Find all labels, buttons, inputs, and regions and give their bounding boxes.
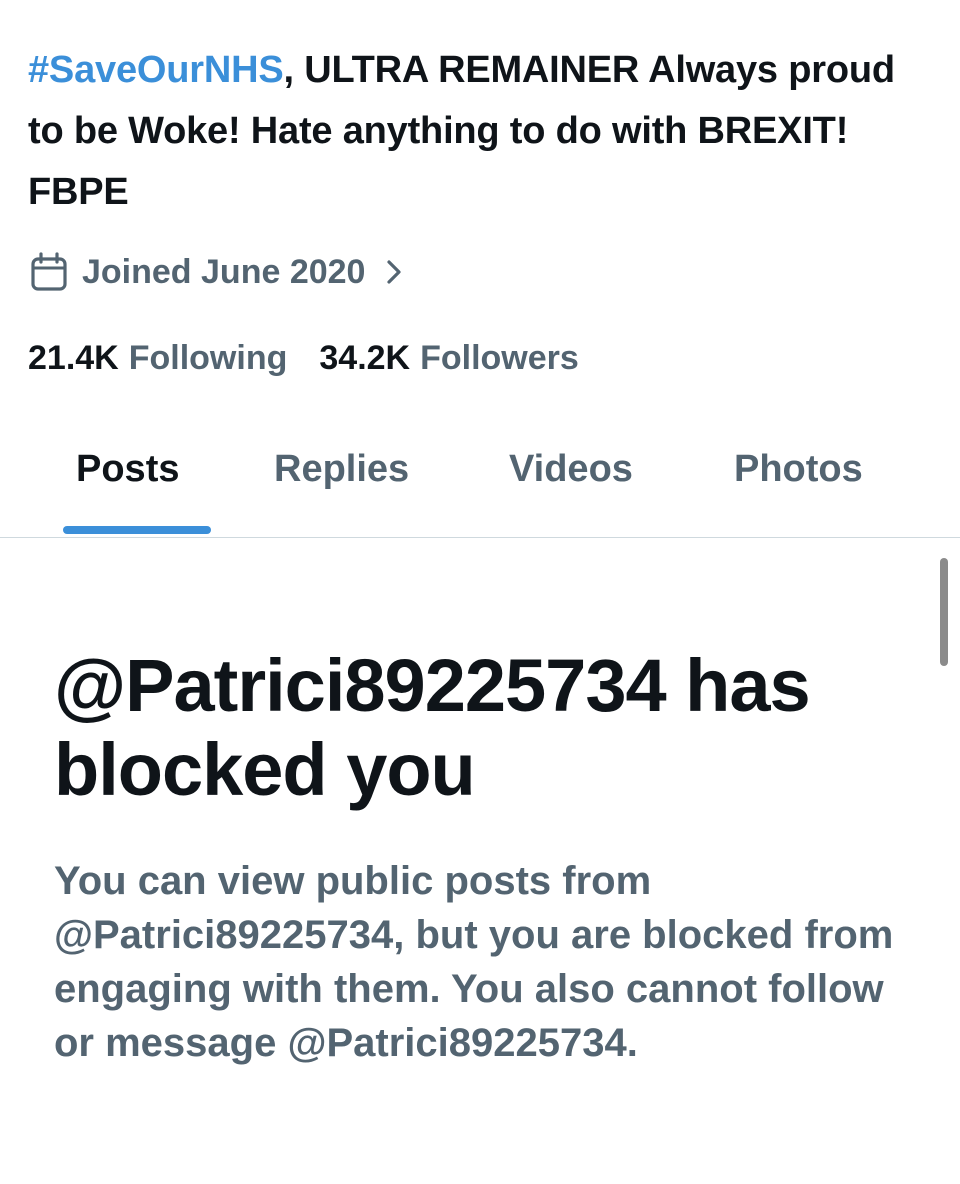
tab-posts[interactable]: Posts — [76, 448, 179, 491]
followers-count: 34.2K — [319, 338, 411, 377]
profile-tabs: Posts Replies Videos Photos — [0, 420, 960, 538]
chevron-right-icon — [383, 257, 405, 287]
profile-bio: #SaveOurNHS, ULTRA REMAINER Always proud… — [28, 40, 938, 223]
blocked-description: You can view public posts from @Patrici8… — [54, 859, 894, 1065]
active-tab-indicator — [63, 526, 211, 534]
followers-label: Followers — [420, 338, 579, 377]
blocked-title: @Patrici89225734 has blocked you — [54, 644, 811, 811]
following-label: Following — [128, 338, 288, 377]
joined-date-row[interactable]: Joined June 2020 — [30, 248, 405, 296]
bio-hashtag-link[interactable]: #SaveOurNHS — [28, 49, 284, 91]
follow-stats: 21.4K Following 34.2K Followers — [28, 334, 579, 382]
tab-videos[interactable]: Videos — [509, 448, 633, 491]
joined-date-text: Joined June 2020 — [82, 252, 366, 291]
following-stat[interactable]: 21.4K Following — [28, 339, 287, 378]
calendar-icon — [30, 252, 68, 292]
tab-photos[interactable]: Photos — [734, 448, 863, 491]
followers-stat[interactable]: 34.2K Followers — [319, 339, 578, 378]
scrollbar[interactable] — [940, 558, 948, 666]
tab-replies[interactable]: Replies — [274, 448, 409, 491]
following-count: 21.4K — [28, 338, 119, 377]
